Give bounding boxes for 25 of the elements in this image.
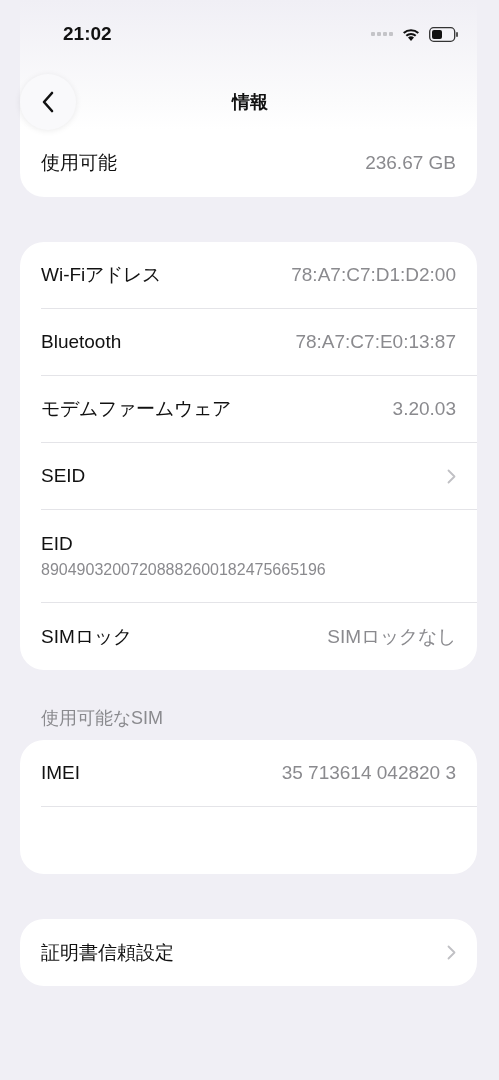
page-title: 情報 bbox=[231, 91, 268, 114]
section-header: 使用可能なSIM bbox=[41, 707, 164, 730]
row-label: IMEI bbox=[41, 762, 81, 784]
chevron-icon bbox=[447, 468, 456, 484]
row-label: 使用可能 bbox=[41, 150, 117, 175]
row-label: Bluetooth bbox=[41, 331, 122, 353]
row-label: SIMロック bbox=[41, 624, 132, 649]
battery-icon bbox=[429, 26, 459, 42]
row-value: 35 713614 042820 3 bbox=[281, 762, 456, 784]
signal-icon bbox=[371, 32, 393, 36]
row-value: 3.20.03 bbox=[392, 398, 456, 420]
row-value: 78:A7:C7:E0:13:87 bbox=[295, 331, 456, 353]
row-value: 236.67 GB bbox=[365, 151, 456, 174]
row-label: Wi-Fiアドレス bbox=[41, 263, 162, 287]
row-value: 78:A7:C7:D1:D2:00 bbox=[291, 264, 456, 286]
settings-row[interactable]: 証明書信頼設定 bbox=[41, 919, 477, 986]
status-time: 21:02 bbox=[63, 23, 112, 45]
back-icon bbox=[41, 91, 55, 113]
chevron-icon bbox=[447, 945, 456, 960]
row-value: 89049032007208882600182475665196 bbox=[41, 561, 326, 579]
wifi-icon bbox=[402, 27, 420, 41]
row-value: SIMロックなし bbox=[327, 624, 456, 649]
settings-row[interactable]: SEID bbox=[41, 443, 477, 510]
row-label: モデムファームウェア bbox=[41, 397, 231, 421]
row-label: EID bbox=[41, 533, 73, 555]
